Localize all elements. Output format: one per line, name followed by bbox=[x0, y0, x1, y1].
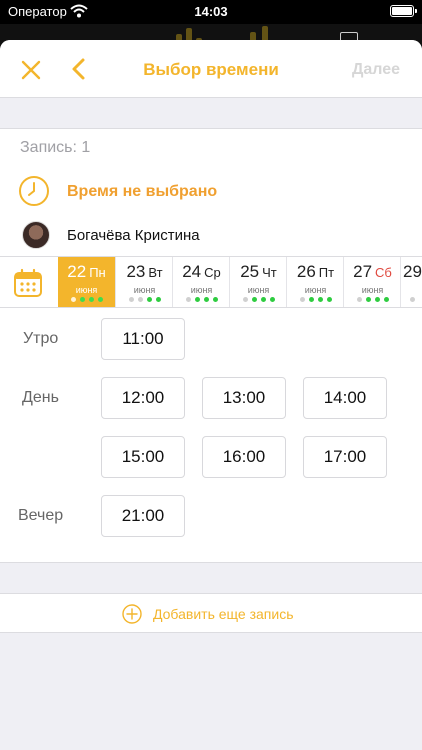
day-cell[interactable]: 27 Сб июня bbox=[343, 257, 401, 307]
day-cell[interactable]: 29 bbox=[400, 257, 422, 307]
availability-dots bbox=[287, 297, 344, 302]
day-number: 22 bbox=[67, 262, 87, 281]
day-cell[interactable]: 23 Вт июня bbox=[115, 257, 173, 307]
day-number: 26 bbox=[296, 262, 316, 281]
time-slot[interactable]: 15:00 bbox=[101, 436, 185, 478]
day-cell[interactable]: 26 Пт июня bbox=[286, 257, 344, 307]
master-name: Богачёва Кристина bbox=[67, 227, 200, 244]
time-slot[interactable]: 12:00 bbox=[101, 377, 185, 419]
status-bar: Оператор 14:03 bbox=[0, 0, 422, 24]
time-slot[interactable]: 11:00 bbox=[101, 318, 185, 360]
availability-dots bbox=[230, 297, 287, 302]
day-month: июня bbox=[75, 285, 98, 295]
calendar-icon[interactable] bbox=[12, 267, 44, 299]
day-cell[interactable]: 22 Пн июня bbox=[58, 257, 115, 307]
day-month: июня bbox=[361, 285, 384, 295]
period-label-morning: Утро bbox=[23, 330, 59, 347]
time-slot[interactable]: 13:00 bbox=[202, 377, 286, 419]
record-header: Запись: 1 bbox=[0, 128, 422, 166]
battery-icon bbox=[390, 5, 417, 17]
day-number: 29 bbox=[403, 262, 422, 281]
time-slot[interactable]: 14:00 bbox=[303, 377, 387, 419]
day-weekday: Сб bbox=[375, 265, 392, 280]
day-weekday: Пт bbox=[318, 265, 335, 280]
time-slot[interactable]: 17:00 bbox=[303, 436, 387, 478]
add-record-button[interactable]: Добавить еще запись bbox=[0, 593, 422, 633]
availability-dots bbox=[344, 297, 401, 302]
day-weekday: Чт bbox=[262, 265, 277, 280]
day-month: июня bbox=[304, 285, 327, 295]
next-button[interactable]: Далее bbox=[352, 61, 400, 79]
availability-dots bbox=[401, 297, 422, 302]
period-label-day: День bbox=[22, 389, 59, 406]
clock-icon bbox=[19, 176, 49, 206]
day-weekday: Вт bbox=[148, 265, 163, 280]
availability-dots bbox=[116, 297, 173, 302]
day-weekday: Ср bbox=[204, 265, 221, 280]
avatar bbox=[22, 221, 50, 249]
day-cell[interactable]: 24 Ср июня bbox=[172, 257, 230, 307]
navigation-bar: Выбор времени Далее bbox=[0, 40, 422, 98]
time-picker-sheet: Выбор времени Далее Запись: 1 Время не в… bbox=[0, 40, 422, 750]
status-time: 14:03 bbox=[194, 4, 228, 19]
availability-dots bbox=[173, 297, 230, 302]
day-month: июня bbox=[247, 285, 270, 295]
availability-dots bbox=[58, 297, 115, 302]
date-strip: 22 Пн июня 23 Вт июня 24 Ср июня 25 Чт июня … bbox=[0, 256, 422, 308]
period-label-evening: Вечер bbox=[18, 507, 64, 524]
day-month: июня bbox=[190, 285, 213, 295]
day-weekday: Пн bbox=[89, 265, 106, 280]
time-status: Время не выбрано bbox=[67, 183, 218, 200]
plus-circle-icon bbox=[122, 604, 142, 624]
day-month: июня bbox=[133, 285, 156, 295]
booking-summary: Время не выбрано Богачёва Кристина bbox=[0, 165, 422, 257]
record-label: Запись: 1 bbox=[20, 139, 91, 156]
day-number: 23 bbox=[126, 262, 146, 281]
day-number: 27 bbox=[353, 262, 373, 281]
day-cell[interactable]: 25 Чт июня bbox=[229, 257, 287, 307]
day-number: 25 bbox=[240, 262, 260, 281]
time-slot[interactable]: 21:00 bbox=[101, 495, 185, 537]
add-record-label: Добавить еще запись bbox=[153, 606, 294, 622]
time-slots: Утро 11:00 День 12:00 13:00 14:00 15:00 … bbox=[0, 308, 422, 563]
day-number: 24 bbox=[182, 262, 202, 281]
time-slot[interactable]: 16:00 bbox=[202, 436, 286, 478]
